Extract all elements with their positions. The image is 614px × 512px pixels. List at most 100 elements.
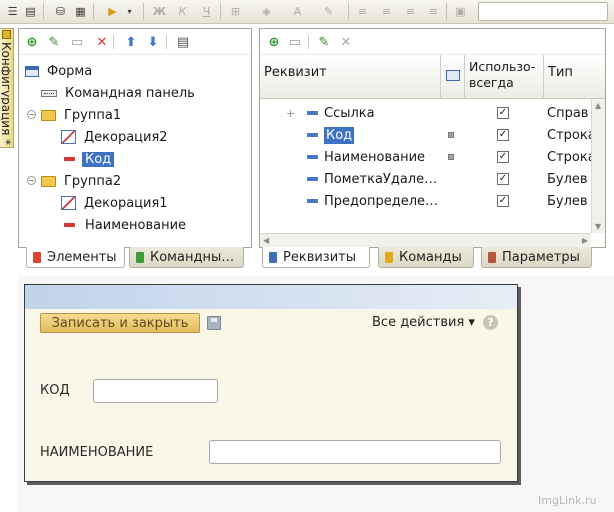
fill-color-icon[interactable]: ◈ — [258, 3, 275, 20]
bold-icon[interactable]: Ж — [151, 3, 168, 20]
toolbar-separator — [166, 35, 167, 49]
main-toolbar: ☰ ▤ ⛁ ▦ ▶ ▾ Ж К Ч ⊞ ◈ A ✎ ≡ ≡ ≡ ≡ ▣ — [0, 0, 614, 24]
watermark-text: ImgLink.ru — [538, 494, 597, 507]
font-color-icon[interactable]: A — [289, 3, 306, 20]
move-up-icon[interactable]: ⬆ — [123, 34, 139, 50]
decoration-icon — [61, 130, 76, 144]
properties-icon[interactable]: ▤ — [175, 34, 191, 50]
attribute-icon — [304, 146, 325, 168]
table-row[interactable]: ПометкаУдале… ✓ Булев — [260, 168, 591, 190]
decoration-icon — [61, 196, 76, 210]
folder-icon — [41, 109, 56, 121]
help-icon[interactable]: ? — [483, 315, 498, 330]
toolbar-separator — [348, 3, 349, 20]
save-and-close-button[interactable]: Записать и закрыть — [40, 313, 200, 333]
elements-panel: ⊕ ✎ ▭ ✕ ⬆ ⬇ ▤ Форма Командная панель − Г… — [18, 28, 252, 248]
toolbar-separator — [308, 35, 309, 49]
form-icon — [446, 70, 460, 81]
table-row[interactable]: Код ✓ Строка — [260, 124, 593, 146]
attributes-tab-icon — [269, 251, 277, 263]
italic-icon[interactable]: К — [174, 3, 191, 20]
table-row[interactable]: + Ссылка ✓ Справ — [260, 102, 591, 124]
attribute-name: Наименование — [324, 149, 426, 165]
tree-item-decoration1[interactable]: Декорация1 — [61, 193, 171, 213]
horizontal-scrollbar[interactable]: ◀ ▶ — [260, 233, 591, 247]
align-left-icon[interactable]: ≡ — [354, 3, 371, 20]
kod-label: КОД — [40, 383, 70, 398]
move-down-icon[interactable]: ⬇ — [145, 34, 161, 50]
align-center-icon[interactable]: ≡ — [378, 3, 395, 20]
tab-elements[interactable]: Элементы — [26, 247, 125, 268]
underline-icon[interactable]: Ч — [198, 3, 215, 20]
align-right-icon[interactable]: ≡ — [402, 3, 419, 20]
tab-commands[interactable]: Команды — [378, 247, 474, 268]
attribute-type: Булев — [547, 171, 588, 187]
table-row[interactable]: Предопределе… ✓ Булев — [260, 190, 591, 212]
configuration-tab-label: Конфигурация * — [1, 42, 13, 146]
configuration-icon — [2, 30, 11, 39]
attributes-toolbar: ⊕ ▭ ✎ ✕ — [260, 29, 605, 55]
tree-item-command-bar[interactable]: Командная панель — [41, 83, 198, 103]
database-icon[interactable]: ⛁ — [52, 3, 69, 20]
save-icon[interactable] — [207, 316, 221, 330]
form-icon[interactable]: ▤ — [22, 3, 39, 20]
use-always-checkbox[interactable]: ✓ — [497, 102, 509, 124]
attribute-icon — [304, 124, 325, 146]
column-header-type[interactable]: Тип — [544, 55, 607, 99]
form-icon — [25, 65, 39, 77]
copy-attribute-icon[interactable]: ▭ — [287, 34, 303, 50]
column-header-use-always[interactable]: Исполь­зо- всегда — [465, 55, 544, 99]
tree-item-naimenovanie[interactable]: Наименование — [61, 215, 189, 235]
all-actions-menu[interactable]: Все действия ▾ — [372, 315, 475, 330]
search-input[interactable] — [478, 2, 608, 21]
elements-tab-icon — [33, 251, 41, 263]
add-attribute-icon[interactable]: ⊕ — [266, 34, 282, 50]
tree-item-decoration2[interactable]: Декорация2 — [61, 127, 171, 147]
run-icon[interactable]: ▶ — [104, 3, 121, 20]
naimenovanie-input[interactable] — [209, 440, 501, 464]
use-always-checkbox[interactable]: ✓ — [497, 146, 509, 168]
edit-attribute-icon[interactable]: ✎ — [316, 34, 332, 50]
tab-attributes[interactable]: Реквизиты — [262, 247, 370, 268]
list-icon[interactable]: ☰ — [4, 3, 21, 20]
tab-parameters[interactable]: Параметры — [481, 247, 592, 268]
attribute-name: Код — [324, 126, 355, 144]
field-icon — [64, 157, 75, 161]
column-header-visibility[interactable] — [441, 55, 465, 99]
attribute-type: Строка — [547, 127, 593, 143]
copy-icon[interactable]: ▭ — [69, 34, 85, 50]
delete-icon[interactable]: ✕ — [94, 34, 110, 50]
edit-icon[interactable]: ✎ — [46, 34, 62, 50]
frame-icon[interactable]: ▣ — [452, 3, 469, 20]
commands-tab-icon — [385, 251, 393, 263]
kod-input[interactable] — [93, 379, 218, 403]
highlight-icon[interactable]: ✎ — [320, 3, 337, 20]
expand-icon[interactable]: + — [286, 102, 300, 124]
column-header-attribute[interactable]: Реквизит — [260, 55, 441, 99]
vertical-scrollbar[interactable]: ▲ ▼ — [591, 99, 605, 233]
visibility-marker[interactable] — [448, 146, 454, 168]
run-dropdown-icon[interactable]: ▾ — [121, 3, 138, 20]
delete-attribute-icon[interactable]: ✕ — [338, 34, 354, 50]
tree-item-group1[interactable]: Группа1 — [41, 105, 124, 125]
use-always-checkbox[interactable]: ✓ — [497, 168, 509, 190]
attribute-type: Справ — [547, 105, 589, 121]
attribute-icon — [304, 102, 325, 124]
tree-item-form[interactable]: Форма — [25, 61, 95, 81]
tree-item-group2[interactable]: Группа2 — [41, 171, 124, 191]
align-justify-icon[interactable]: ≡ — [425, 3, 442, 20]
tree-item-kod[interactable]: Код — [61, 149, 115, 169]
use-always-checkbox[interactable]: ✓ — [497, 190, 509, 212]
add-icon[interactable]: ⊕ — [24, 34, 40, 50]
toolbar-separator — [143, 3, 144, 20]
collapse-group1-icon[interactable]: − — [27, 110, 36, 119]
collapse-group2-icon[interactable]: − — [27, 176, 36, 185]
use-always-checkbox[interactable]: ✓ — [497, 124, 509, 146]
command-bar-icon — [41, 89, 57, 97]
table-icon[interactable]: ▦ — [72, 3, 89, 20]
attribute-type: Булев — [547, 193, 588, 209]
tab-commands-interface[interactable]: Командны… — [129, 247, 244, 268]
borders-icon[interactable]: ⊞ — [227, 3, 244, 20]
table-row[interactable]: Наименование ✓ Строка — [260, 146, 593, 168]
visibility-marker[interactable] — [448, 124, 454, 146]
